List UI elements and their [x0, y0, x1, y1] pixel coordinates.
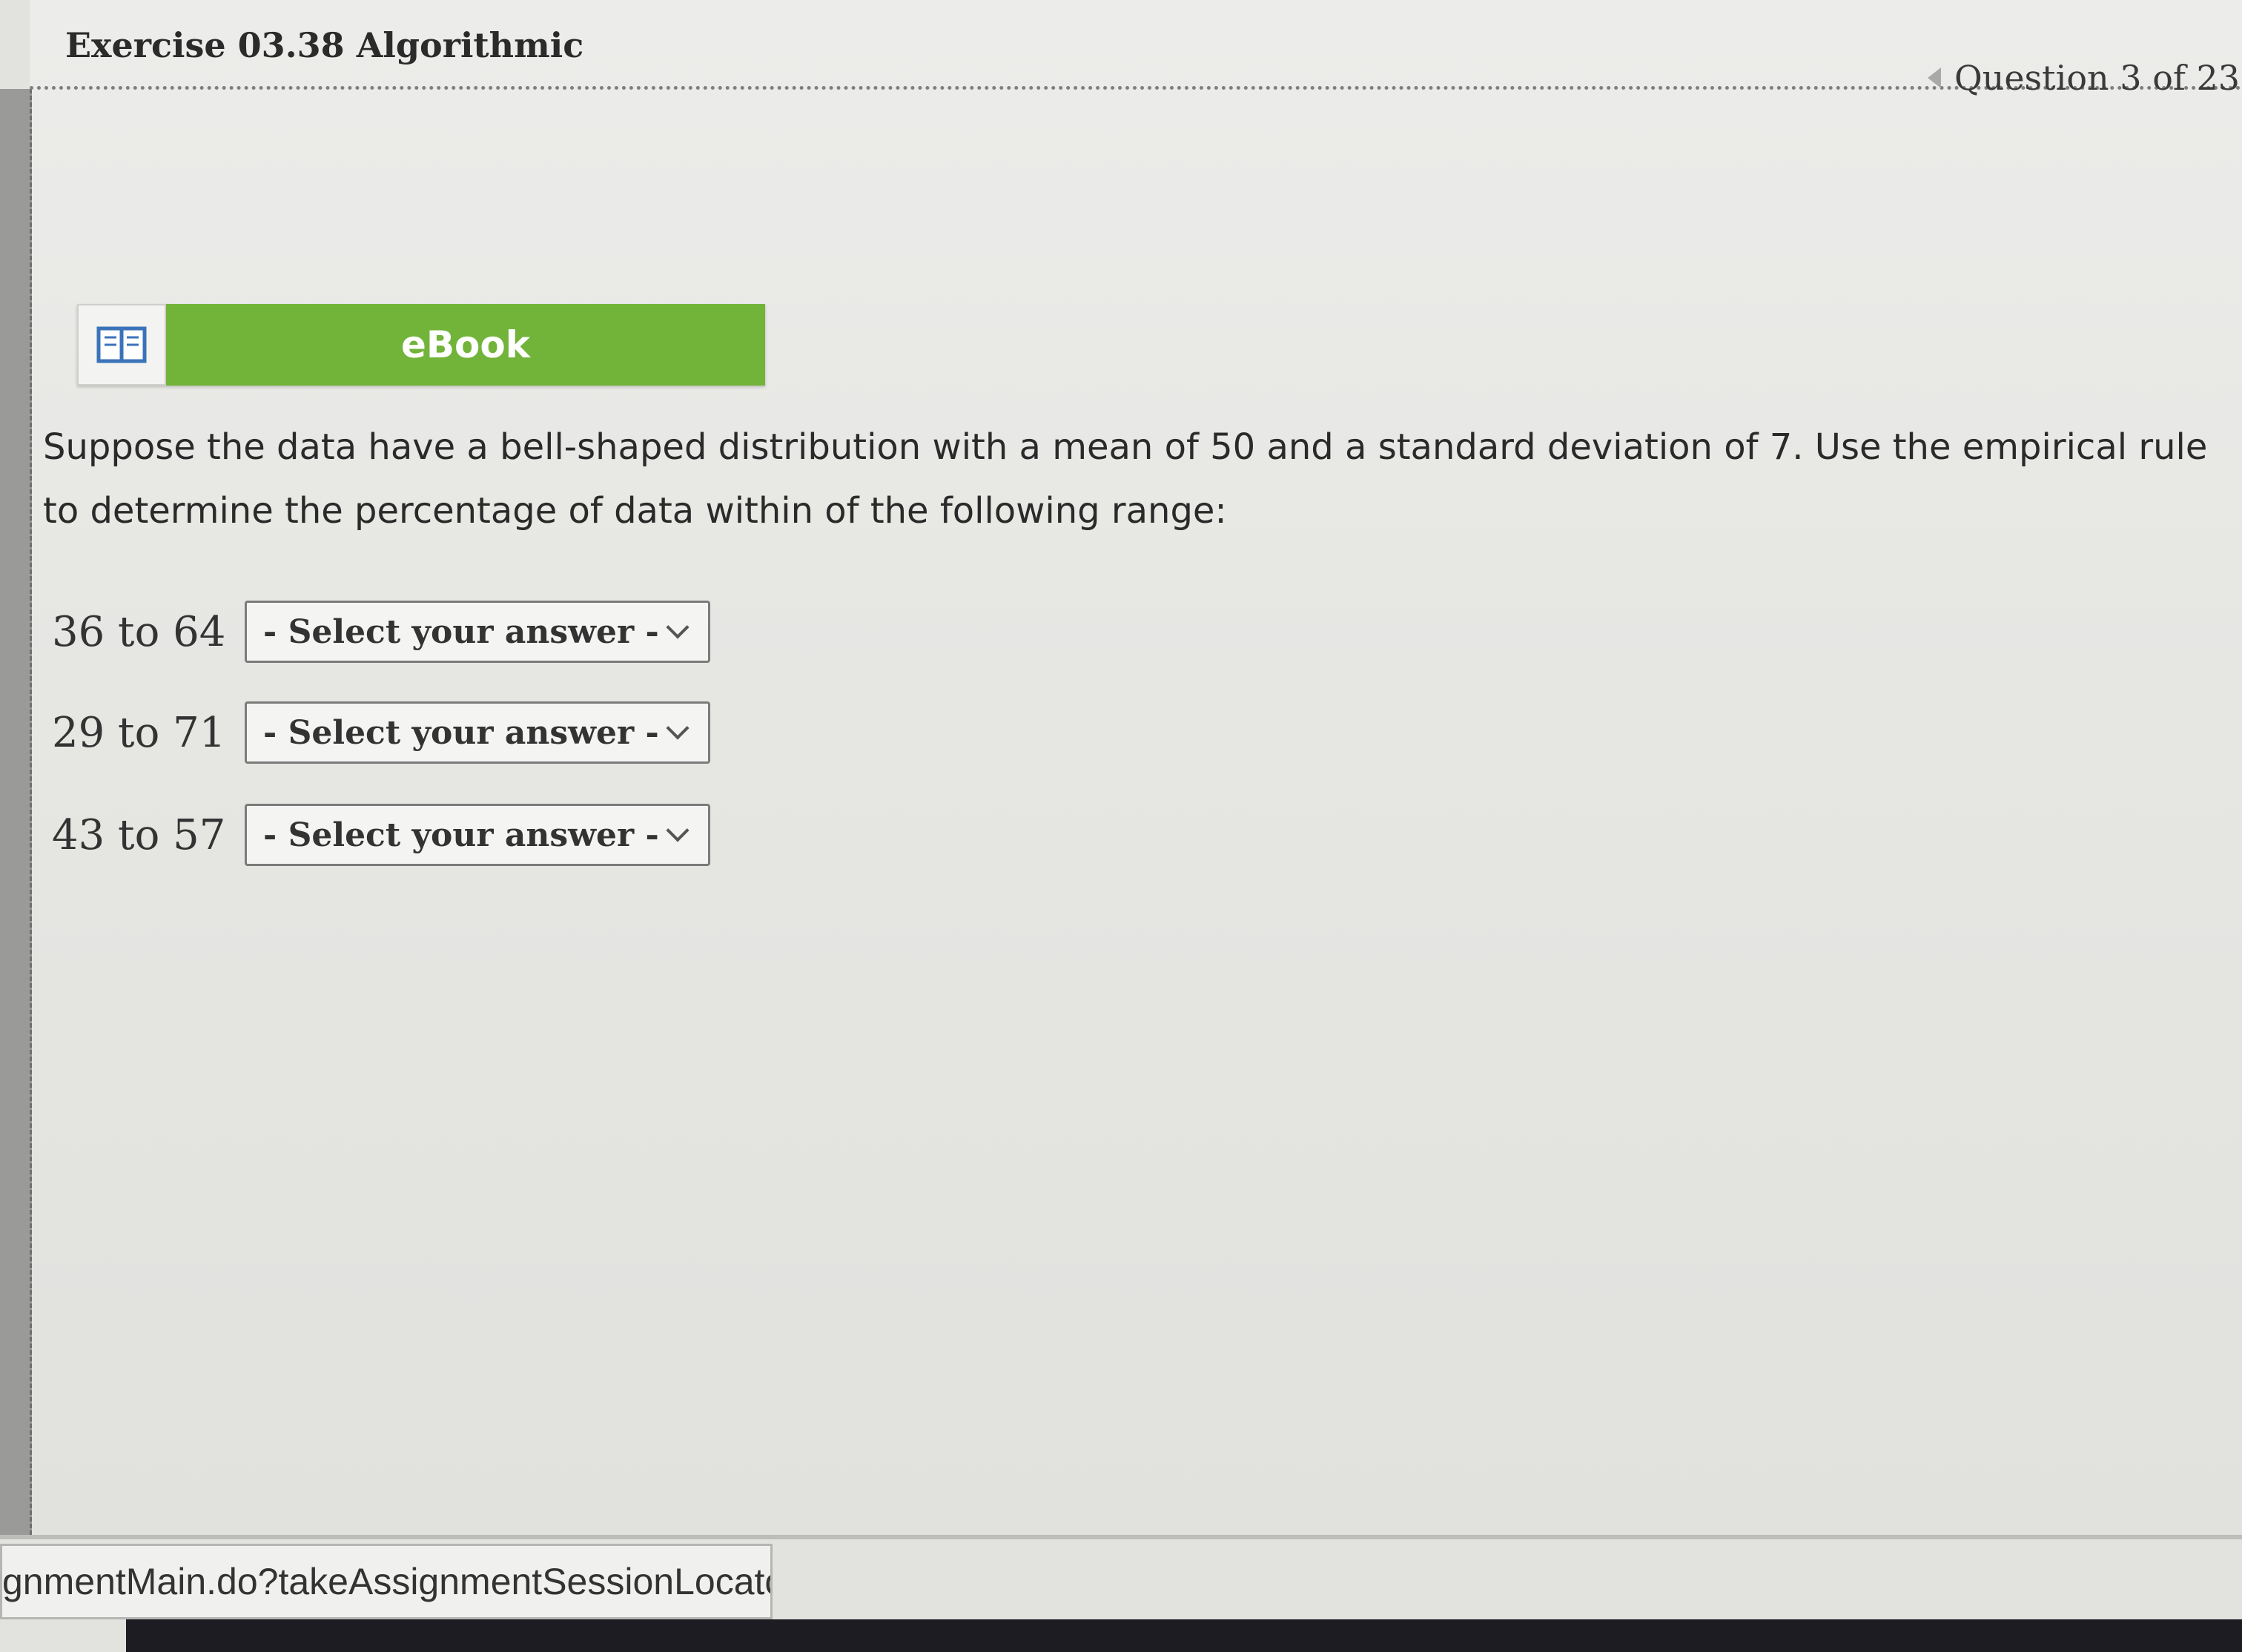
status-url: gnmentMain.do?takeAssignmentSessionLocat… — [0, 1544, 773, 1619]
header-divider — [30, 86, 2242, 90]
caret-left-icon[interactable] — [1928, 67, 1941, 88]
exercise-title: Exercise 03.38 Algorithmic — [65, 25, 584, 65]
chevron-down-icon — [666, 716, 690, 740]
select-value: - Select your answer - — [263, 816, 659, 854]
select-value: - Select your answer - — [263, 713, 659, 752]
chevron-down-icon — [666, 615, 690, 639]
taskbar-edge — [126, 1619, 2242, 1652]
assignment-page — [30, 0, 2242, 1535]
question-counter: Question 3 of 23 — [1954, 58, 2241, 98]
range-label: 36 to 64 — [52, 607, 226, 656]
answer-row: 36 to 64 - Select your answer - — [52, 601, 710, 663]
ebook-label: eBook — [166, 304, 765, 386]
answer-row: 43 to 57 - Select your answer - — [52, 804, 710, 866]
answer-select[interactable]: - Select your answer - — [245, 601, 710, 663]
status-url-text: gnmentMain.do?takeAssignmentSessionLocat… — [2, 1561, 773, 1602]
ebook-button[interactable]: eBook — [77, 304, 765, 386]
select-value: - Select your answer - — [263, 612, 659, 651]
book-icon — [77, 304, 166, 386]
answer-select[interactable]: - Select your answer - — [245, 804, 710, 866]
status-divider — [0, 1535, 2242, 1539]
answer-select[interactable]: - Select your answer - — [245, 701, 710, 764]
range-label: 43 to 57 — [52, 810, 226, 859]
question-prompt: Suppose the data have a bell-shaped dist… — [43, 426, 2208, 532]
question-navigator[interactable]: Question 3 of 23 — [1928, 58, 2240, 98]
left-edge-strip — [0, 89, 32, 1535]
chevron-down-icon — [666, 819, 690, 842]
range-label: 29 to 71 — [52, 708, 226, 757]
answer-row: 29 to 71 - Select your answer - — [52, 701, 710, 764]
